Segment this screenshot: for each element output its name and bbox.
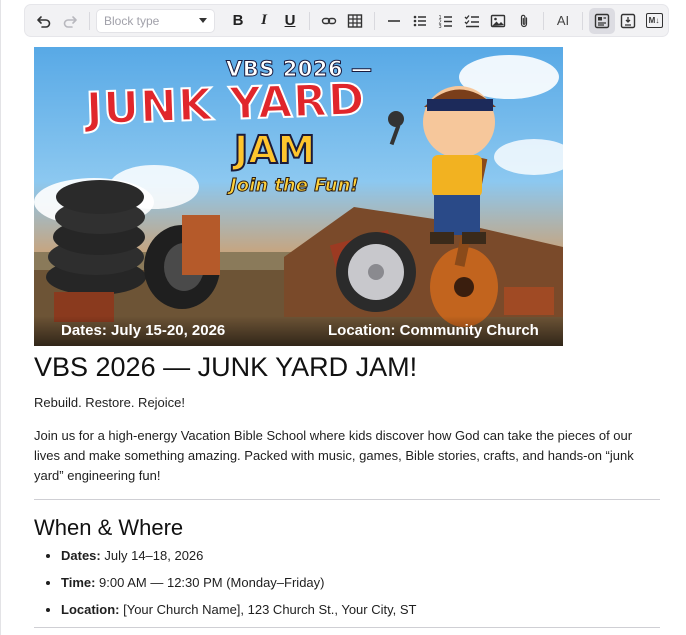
banner-dates: Dates: July 15-20, 2026 bbox=[61, 322, 226, 339]
link-button[interactable] bbox=[316, 8, 342, 34]
rich-view-button[interactable] bbox=[589, 7, 615, 34]
markdown-icon: M↓ bbox=[645, 13, 663, 28]
redo-button[interactable] bbox=[57, 8, 83, 34]
editor-left-border bbox=[0, 0, 1, 635]
banner-location: Location: Community Church bbox=[328, 322, 539, 339]
bullet-list-button[interactable] bbox=[407, 8, 433, 34]
horizontal-rule-icon bbox=[386, 13, 402, 29]
toolbar-divider bbox=[374, 11, 375, 30]
toolbar-divider bbox=[582, 11, 583, 30]
link-icon bbox=[321, 13, 337, 29]
image-icon bbox=[490, 13, 506, 29]
paperclip-icon bbox=[516, 13, 532, 29]
block-type-placeholder: Block type bbox=[104, 13, 160, 28]
toolbar-divider bbox=[309, 11, 310, 30]
numbered-list-icon: 123 bbox=[438, 13, 454, 29]
markdown-view-button[interactable]: M↓ bbox=[641, 8, 667, 34]
checklist-icon bbox=[464, 13, 480, 29]
details-list: Dates: July 14–18, 2026 Time: 9:00 AM — … bbox=[34, 546, 660, 620]
redo-icon bbox=[62, 13, 78, 29]
image-button[interactable] bbox=[485, 8, 511, 34]
time-value: 9:00 AM — 12:30 PM (Monday–Friday) bbox=[95, 575, 325, 590]
block-type-select[interactable]: Block type bbox=[96, 8, 215, 33]
location-label: Location: bbox=[61, 602, 120, 617]
banner-title-line2: JAM bbox=[233, 128, 316, 172]
svg-text:3: 3 bbox=[439, 24, 442, 29]
toolbar-divider bbox=[543, 11, 544, 30]
editor-toolbar: Block type B I U 123 AI M↓ bbox=[24, 4, 669, 37]
toolbar-divider bbox=[89, 11, 90, 30]
undo-icon bbox=[36, 13, 52, 29]
editor-content[interactable]: VBS 2026 — JUNK YARD JAM Join the Fun! D… bbox=[34, 47, 660, 628]
bullet-list-icon bbox=[412, 13, 428, 29]
vbs-banner-image: VBS 2026 — JUNK YARD JAM Join the Fun! D… bbox=[34, 47, 563, 346]
section-heading-when-where[interactable]: When & Where bbox=[34, 514, 660, 542]
time-label: Time: bbox=[61, 575, 96, 590]
location-value: [Your Church Name], 123 Church St., Your… bbox=[119, 602, 417, 617]
tagline-paragraph[interactable]: Rebuild. Restore. Rejoice! bbox=[34, 393, 660, 413]
italic-button[interactable]: I bbox=[251, 8, 277, 34]
split-view-icon bbox=[620, 13, 636, 29]
numbered-list-button[interactable]: 123 bbox=[433, 8, 459, 34]
list-item-location[interactable]: Location: [Your Church Name], 123 Church… bbox=[61, 600, 660, 620]
rich-view-icon bbox=[594, 13, 610, 29]
table-icon bbox=[347, 13, 363, 29]
dates-value: July 14–18, 2026 bbox=[100, 548, 204, 563]
underline-button[interactable]: U bbox=[277, 8, 303, 34]
chevron-down-icon bbox=[199, 18, 207, 23]
horizontal-rule bbox=[34, 499, 660, 500]
banner-title-line1: JUNK YARD bbox=[84, 73, 367, 136]
list-item-time[interactable]: Time: 9:00 AM — 12:30 PM (Monday–Friday) bbox=[61, 573, 660, 593]
attachment-button[interactable] bbox=[511, 8, 537, 34]
banner-tagline: Join the Fun! bbox=[230, 175, 360, 197]
list-item-dates[interactable]: Dates: July 14–18, 2026 bbox=[61, 546, 660, 566]
ai-button[interactable]: AI bbox=[550, 8, 576, 34]
horizontal-rule-button[interactable] bbox=[381, 8, 407, 34]
dates-label: Dates: bbox=[61, 548, 101, 563]
intro-paragraph[interactable]: Join us for a high-energy Vacation Bible… bbox=[34, 426, 646, 486]
table-button[interactable] bbox=[342, 8, 368, 34]
document-title[interactable]: VBS 2026 — JUNK YARD JAM! bbox=[34, 350, 660, 384]
split-view-button[interactable] bbox=[615, 8, 641, 34]
undo-button[interactable] bbox=[31, 8, 57, 34]
checklist-button[interactable] bbox=[459, 8, 485, 34]
horizontal-rule bbox=[34, 627, 660, 628]
bold-button[interactable]: B bbox=[225, 8, 251, 34]
